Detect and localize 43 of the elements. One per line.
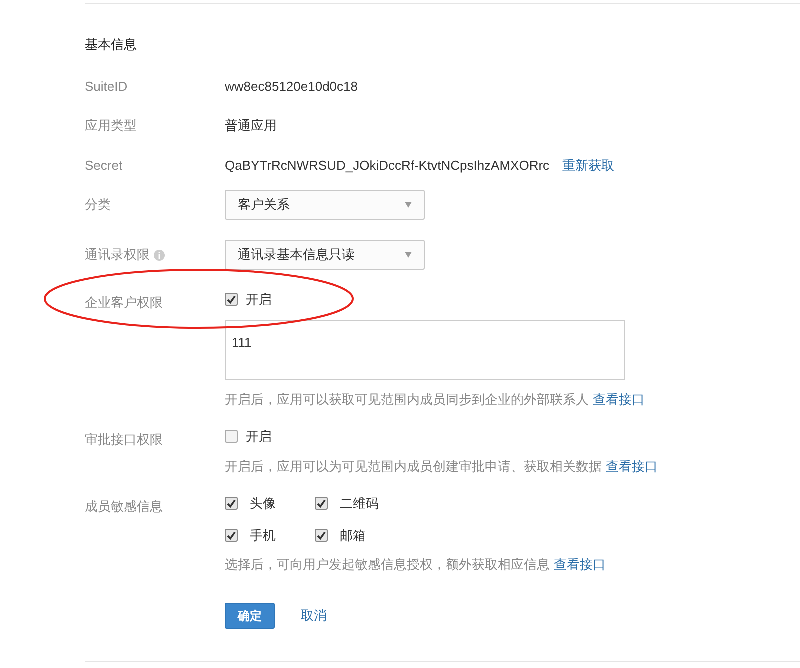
select-dropdown[interactable]: 通讯录基本信息只读	[225, 240, 425, 270]
field-label: Secret	[85, 156, 123, 174]
field-label: 企业客户权限	[85, 294, 163, 312]
checkmark-icon	[227, 295, 236, 304]
select-dropdown[interactable]: 客户关系	[225, 190, 425, 220]
cancel-link[interactable]: 取消	[301, 606, 327, 626]
regenerate-link[interactable]: 重新获取	[562, 156, 615, 175]
checkbox[interactable]	[225, 528, 238, 542]
field-value: ww8ec85120e10d0c18	[225, 78, 358, 96]
view-api-link[interactable]: 查看接口	[606, 456, 658, 476]
view-api-link[interactable]: 查看接口	[593, 390, 645, 409]
checkbox-label: 头像	[250, 495, 276, 513]
section-title: 基本信息	[85, 36, 137, 54]
field-label: SuiteID	[85, 78, 128, 96]
caret-icon	[405, 252, 412, 258]
secret-value: QaBYTrRcNWRSUD_JOkiDccRf-KtvtNCpsIhzAMXORrc	[225, 156, 550, 175]
checkmark-icon	[227, 530, 236, 540]
checkmark-icon	[317, 530, 326, 540]
hint-text: 开启后，应用可以为可见范围内成员创建审批申请、获取相关数据	[225, 458, 602, 476]
hint-text: 开启后，应用可以获取可见范围内成员同步到企业的外部联系人	[225, 390, 589, 408]
confirm-button[interactable]: 确定	[225, 602, 275, 628]
checkbox[interactable]	[225, 497, 238, 510]
checkbox[interactable]	[315, 497, 328, 510]
field-value: 普通应用	[225, 117, 277, 135]
checkmark-icon	[227, 499, 236, 508]
checkbox-label: 手机	[250, 526, 276, 544]
checkbox-label: 开启	[246, 291, 272, 309]
checkbox-label: 二维码	[340, 495, 379, 513]
field-label: 审批接口权限	[85, 431, 163, 449]
text-area[interactable]: 111	[225, 320, 625, 380]
checkbox[interactable]	[225, 430, 238, 444]
field-label: 通讯录权限	[85, 246, 150, 264]
field-label: 应用类型	[85, 117, 137, 135]
hint-text: 选择后，可向用户发起敏感信息授权，额外获取相应信息	[225, 556, 550, 574]
checkmark-icon	[317, 499, 326, 508]
checkbox-label: 邮箱	[340, 526, 366, 544]
checkbox-label: 开启	[246, 428, 272, 446]
checkbox[interactable]	[315, 528, 328, 542]
caret-icon	[405, 202, 412, 208]
view-api-link[interactable]: 查看接口	[554, 555, 606, 574]
checkbox[interactable]	[225, 293, 238, 306]
field-label: 成员敏感信息	[85, 498, 163, 516]
field-label: 分类	[85, 196, 111, 214]
